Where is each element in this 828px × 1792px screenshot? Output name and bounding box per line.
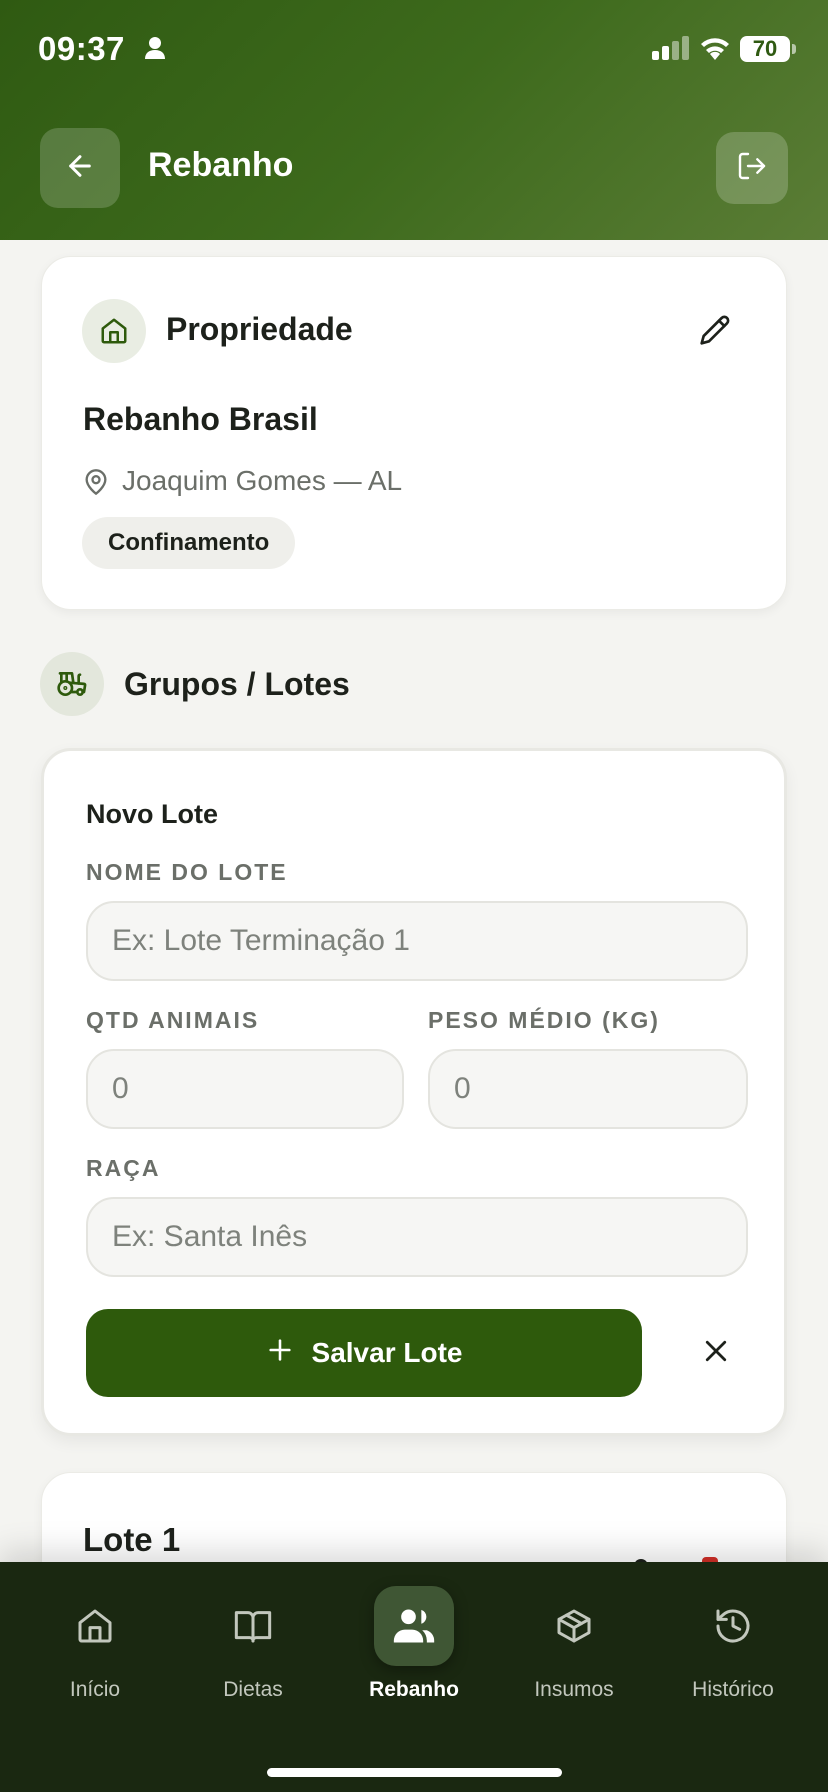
- nav-label: Dietas: [223, 1678, 283, 1701]
- box-icon: [534, 1586, 614, 1666]
- nav-item-rebanho[interactable]: Rebanho: [339, 1562, 489, 1712]
- plus-icon: [266, 1336, 294, 1371]
- users-icon: [374, 1586, 454, 1666]
- arrow-left-icon: [64, 150, 96, 187]
- nav-label: Histórico: [692, 1678, 774, 1701]
- property-label: Propriedade: [166, 311, 353, 347]
- nav-item-historico[interactable]: Histórico: [658, 1562, 808, 1712]
- new-lote-form: Novo Lote NOME DO LOTE Ex: Lote Terminaç…: [41, 748, 787, 1436]
- section-title-groups: Grupos / Lotes: [124, 666, 350, 702]
- lote-name-label: NOME DO LOTE: [86, 859, 288, 885]
- nav-label: Início: [69, 1678, 121, 1701]
- cancel-form-button[interactable]: [684, 1321, 748, 1385]
- nav-label: Insumos: [534, 1678, 614, 1701]
- nav-item-inicio[interactable]: Início: [20, 1562, 170, 1712]
- wifi-icon: [698, 34, 732, 65]
- bottom-nav: Início Dietas Rebanho Insumos Histórico: [0, 1562, 828, 1792]
- home-icon: [82, 299, 146, 363]
- breed-input[interactable]: Ex: Santa Inês: [86, 1197, 748, 1277]
- avg-weight-label: PESO MÉDIO (KG): [428, 1007, 660, 1033]
- breed-label: RAÇA: [86, 1155, 161, 1181]
- lote-name-input[interactable]: Ex: Lote Terminação 1: [86, 901, 748, 981]
- home-indicator: [267, 1768, 562, 1777]
- pencil-icon: [699, 314, 731, 351]
- system-badge: Confinamento: [82, 517, 296, 569]
- farm-name: Rebanho Brasil: [83, 401, 318, 437]
- save-lote-label: Salvar Lote: [311, 1337, 463, 1368]
- battery-nub: [792, 44, 796, 54]
- map-pin-icon: [82, 467, 110, 502]
- nav-item-dietas[interactable]: Dietas: [178, 1562, 328, 1712]
- property-location: Joaquim Gomes — AL: [122, 465, 403, 496]
- nav-item-insumos[interactable]: Insumos: [499, 1562, 649, 1712]
- page-title: Rebanho: [148, 146, 294, 184]
- status-bar: 09:37 70: [0, 0, 828, 100]
- nav-label: Rebanho: [369, 1678, 459, 1701]
- edit-property-button[interactable]: [690, 307, 740, 357]
- logout-button[interactable]: [716, 132, 788, 204]
- history-icon: [693, 1586, 773, 1666]
- back-button[interactable]: [40, 128, 120, 208]
- save-lote-button[interactable]: Salvar Lote: [86, 1309, 642, 1397]
- qty-animals-input[interactable]: 0: [86, 1049, 404, 1129]
- signal-icon: [652, 36, 690, 65]
- battery-indicator: 70: [740, 36, 790, 62]
- logout-icon: [736, 150, 768, 187]
- close-icon: [701, 1336, 731, 1371]
- qty-animals-label: QTD ANIMAIS: [86, 1007, 260, 1033]
- lote-title: Lote 1: [83, 1521, 181, 1558]
- avg-weight-input[interactable]: 0: [428, 1049, 748, 1129]
- status-time: 09:37: [38, 30, 125, 67]
- book-icon: [213, 1586, 293, 1666]
- form-title: Novo Lote: [86, 799, 218, 829]
- home-icon: [55, 1586, 135, 1666]
- app-header: 09:37 70 Rebanho: [0, 0, 828, 240]
- property-card: Propriedade Rebanho Brasil Joaquim Gomes…: [41, 256, 787, 610]
- tractor-icon: [40, 652, 104, 716]
- person-icon: [144, 36, 166, 65]
